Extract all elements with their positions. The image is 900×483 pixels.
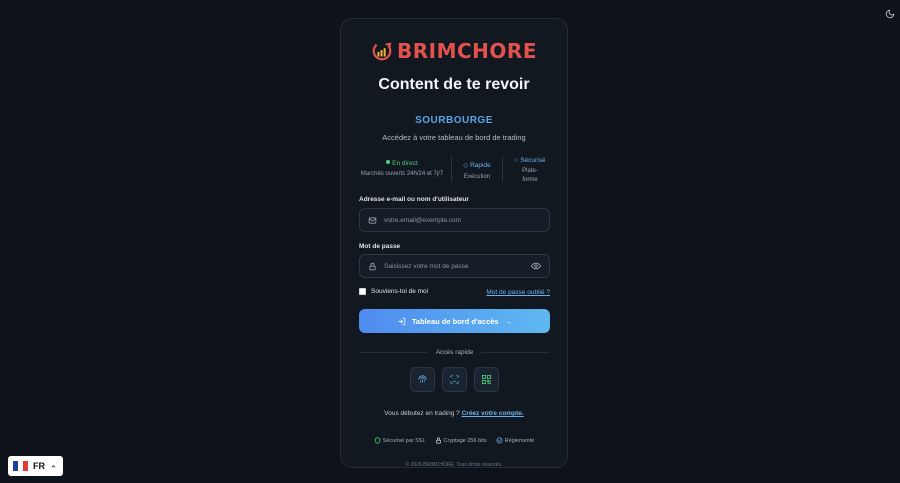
feature-secure-title: Sécurisé [520,156,546,164]
brand-logo: BRIMCHORE [341,39,567,63]
badge-encryption: Cryptage 256 bits [435,437,487,444]
face-id-button[interactable] [441,367,467,392]
fingerprint-button[interactable] [409,367,435,392]
france-flag-icon [13,461,28,471]
lock-small-icon [435,437,441,444]
mail-icon [368,217,377,223]
language-code: FR [33,461,45,471]
feature-live-desc: Marchés ouverts 24h/24 et 7j/7 [360,171,444,178]
chevron-up-icon [51,464,56,468]
lock-icon [369,262,376,270]
logo-chart-icon [372,41,392,61]
feature-secure: ○ Sécurisé Plate-forme [503,154,557,185]
copyright: © 2026 BRIMCHORE. Tous droits réservés. [405,462,503,468]
login-card: BRIMCHORE Content de te revoir SOURBOURG… [340,18,568,468]
signup-text: Vous débutez en trading ? [384,410,460,417]
page-tagline: Accédez à votre tableau de bord de tradi… [382,133,526,142]
remember-me[interactable]: Souviens-toi de moi [359,288,428,295]
password-input[interactable] [384,262,531,270]
quick-access-label: Accès rapide [435,348,474,356]
check-circle-icon [496,437,503,444]
quick-access-divider: Accès rapide [359,347,551,357]
access-dashboard-label: Tableau de bord d'accès [411,316,499,326]
fingerprint-icon [417,375,427,383]
badge-ssl-label: Sécurisé par SSL [382,437,426,444]
feature-live: En direct Marchés ouverts 24h/24 et 7j/7 [353,159,451,179]
live-dot-icon [386,159,391,164]
badge-regulated: Réglementé [496,437,535,444]
email-field[interactable] [359,208,550,232]
qr-code-icon [481,374,491,385]
forgot-password-link[interactable]: Mot de passe oublié ? [486,289,550,296]
feature-fast: ◇ Rapide Exécution [451,156,503,182]
theme-toggle-moon-icon[interactable] [883,7,897,21]
remember-checkbox[interactable] [359,288,366,295]
login-icon [398,317,406,325]
face-id-icon [449,375,459,384]
remember-label: Souviens-toi de moi [371,288,429,295]
arrow-right-icon: → [504,316,513,326]
page-subtitle: SOURBOURGE [415,115,493,126]
email-label: Adresse e-mail ou nom d'utilisateur [359,196,469,203]
access-dashboard-button[interactable]: Tableau de bord d'accès → [359,309,550,333]
page-title: Content de te revoir [378,76,530,93]
feature-secure-desc: Plate-forme [522,168,538,183]
password-label: Mot de passe [359,243,401,250]
qr-code-button[interactable] [473,367,499,392]
eye-icon[interactable] [531,261,541,271]
badge-ssl: Sécurisé par SSL [374,437,426,444]
badge-encryption-label: Cryptage 256 bits [443,437,487,444]
feature-fast-desc: Exécution [463,173,491,180]
brand-name: BRIMCHORE [397,39,537,63]
password-field[interactable] [359,254,550,278]
badge-regulated-label: Réglementé [504,437,535,444]
feature-fast-title: Rapide [470,162,491,170]
feature-strip: En direct Marchés ouverts 24h/24 et 7j/7… [353,152,557,186]
security-badges: Sécurisé par SSL Cryptage 256 bits Régle… [341,437,567,444]
shield-check-icon [374,437,380,444]
language-selector[interactable]: FR [8,456,63,476]
quick-access-buttons [341,367,567,392]
feature-live-title: En direct [392,159,418,167]
signup-prompt: Vous débutez en trading ? Créez votre co… [341,410,567,417]
create-account-link[interactable]: Créez votre compte. [462,410,524,417]
email-input[interactable] [384,216,541,224]
